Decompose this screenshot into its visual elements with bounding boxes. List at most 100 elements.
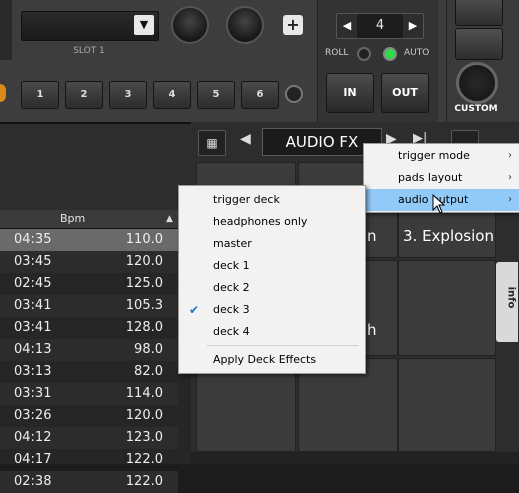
custom-knob[interactable] [456, 62, 498, 104]
track-bpm: 120.0 [125, 254, 163, 269]
track-bpm: 82.0 [134, 364, 163, 379]
table-row[interactable]: 02:38 122.0 [0, 471, 178, 493]
menu-item-label: trigger deck [213, 193, 280, 206]
track-length: 04:13 [14, 342, 52, 357]
menu-item-trigger-mode[interactable]: trigger mode › [364, 145, 519, 167]
hotcue-button-6[interactable]: 6 [241, 81, 279, 109]
auto-toggle[interactable] [383, 47, 397, 61]
menu-item-trigger-deck[interactable]: trigger deck [179, 189, 365, 211]
menu-item-headphones-only[interactable]: headphones only [179, 211, 365, 233]
menu-item-label: headphones only [213, 215, 308, 228]
hotcue-button-1[interactable]: 1 [21, 81, 59, 109]
effect-knob-1[interactable] [171, 6, 209, 44]
effect-knob-2[interactable] [226, 6, 264, 44]
chevron-down-icon: ▼ [134, 15, 154, 35]
roll-label: ROLL [325, 48, 349, 58]
sort-ascending-icon: ▲ [166, 214, 173, 224]
loop-in-button[interactable]: IN [326, 73, 374, 113]
arrow-right-icon[interactable]: ▶ [403, 14, 423, 38]
table-row[interactable]: 03:45 120.0 [0, 251, 178, 273]
table-row[interactable]: 04:13 98.0 [0, 339, 178, 361]
loop-length-value: 4 [375, 18, 385, 33]
track-length: 03:26 [14, 408, 52, 423]
track-bpm: 114.0 [125, 386, 163, 401]
track-bpm: 110.0 [125, 232, 163, 247]
track-length: 03:41 [14, 320, 52, 335]
track-length: 03:31 [14, 386, 52, 401]
track-length: 04:35 [14, 232, 52, 247]
browser-toolbar [0, 122, 191, 212]
menu-item-label: Apply Deck Effects [213, 353, 317, 366]
menu-separator [207, 345, 359, 346]
table-row[interactable]: 03:13 82.0 [0, 361, 178, 383]
audio-output-submenu: trigger deck headphones only master deck… [178, 185, 366, 374]
menu-item-deck-2[interactable]: deck 2 [179, 277, 365, 299]
menu-item-label: master [213, 237, 252, 250]
track-bpm: 122.0 [125, 452, 163, 467]
table-row[interactable]: 02:45 125.0 [0, 273, 178, 295]
table-row[interactable]: 03:41 128.0 [0, 317, 178, 339]
pad-5-label: h [367, 321, 377, 339]
hotcue-button-4[interactable]: 4 [153, 81, 191, 109]
track-length: 02:45 [14, 276, 52, 291]
pad-6[interactable] [398, 260, 496, 356]
pad-3-label: 3. Explosion [403, 227, 494, 245]
table-row[interactable]: 03:26 120.0 [0, 405, 178, 427]
track-bpm: 120.0 [125, 408, 163, 423]
menu-item-apply-deck-effects[interactable]: Apply Deck Effects [179, 349, 365, 371]
column-bpm[interactable]: Bpm [60, 210, 85, 228]
menu-item-label: trigger mode [398, 149, 470, 162]
track-length: 03:13 [14, 364, 52, 379]
record-button[interactable] [285, 85, 303, 103]
roll-toggle[interactable] [357, 47, 371, 61]
menu-item-pads-layout[interactable]: pads layout › [364, 167, 519, 189]
menu-item-label: pads layout [398, 171, 463, 184]
table-row[interactable]: 04:12 123.0 [0, 427, 178, 449]
hotcue-button-3[interactable]: 3 [109, 81, 147, 109]
menu-item-label: deck 2 [213, 281, 250, 294]
track-bpm: 128.0 [125, 320, 163, 335]
menu-item-deck-1[interactable]: deck 1 [179, 255, 365, 277]
info-label: info [505, 286, 517, 309]
table-row[interactable]: 03:41 105.3 [0, 295, 178, 317]
track-bpm: 123.0 [125, 430, 163, 445]
table-header[interactable]: Bpm ▲ [0, 210, 178, 229]
deck-edge [0, 0, 12, 60]
add-effect-button[interactable]: + [283, 15, 303, 35]
info-tab[interactable]: info [496, 262, 518, 342]
menu-item-deck-4[interactable]: deck 4 [179, 321, 365, 343]
table-row[interactable]: 04:17 122.0 [0, 449, 178, 471]
chevron-right-icon: › [508, 194, 512, 205]
custom-button-2[interactable] [455, 28, 503, 60]
track-length: 02:38 [14, 474, 52, 489]
slot-dropdown[interactable]: ▼ [21, 11, 159, 41]
hotcue-button-2[interactable]: 2 [65, 81, 103, 109]
track-bpm: 98.0 [134, 342, 163, 357]
hotcue-button-5[interactable]: 5 [197, 81, 235, 109]
pad-9[interactable] [398, 358, 496, 452]
custom-button-1[interactable] [455, 0, 503, 26]
loop-length-spinner[interactable]: ◀ 4 ▶ [336, 13, 424, 39]
table-row[interactable]: 04:35 110.0 [0, 229, 178, 251]
slot-label: SLOT 1 [73, 46, 105, 56]
grid-icon[interactable]: ▦ [198, 130, 226, 156]
track-bpm: 125.0 [125, 276, 163, 291]
table-row[interactable]: 03:31 114.0 [0, 383, 178, 405]
chevron-right-icon: › [508, 172, 512, 183]
arrow-left-icon[interactable]: ◀ [240, 131, 251, 147]
menu-item-deck-3[interactable]: ✔ deck 3 [179, 299, 365, 321]
chevron-right-icon: › [508, 150, 512, 161]
arrow-left-icon[interactable]: ◀ [337, 14, 357, 38]
menu-item-label: deck 4 [213, 325, 250, 338]
pads-bottom-toolbar [191, 452, 519, 464]
checkmark-icon: ✔ [189, 303, 200, 317]
track-length: 03:41 [14, 298, 52, 313]
loop-out-button[interactable]: OUT [381, 73, 429, 113]
custom-label: CUSTOM [454, 104, 498, 114]
track-length: 04:12 [14, 430, 52, 445]
mouse-cursor-icon [432, 194, 446, 214]
menu-item-master[interactable]: master [179, 233, 365, 255]
track-bpm: 105.3 [125, 298, 163, 313]
track-bpm: 122.0 [125, 474, 163, 489]
menu-item-label: deck 3 [213, 303, 250, 316]
